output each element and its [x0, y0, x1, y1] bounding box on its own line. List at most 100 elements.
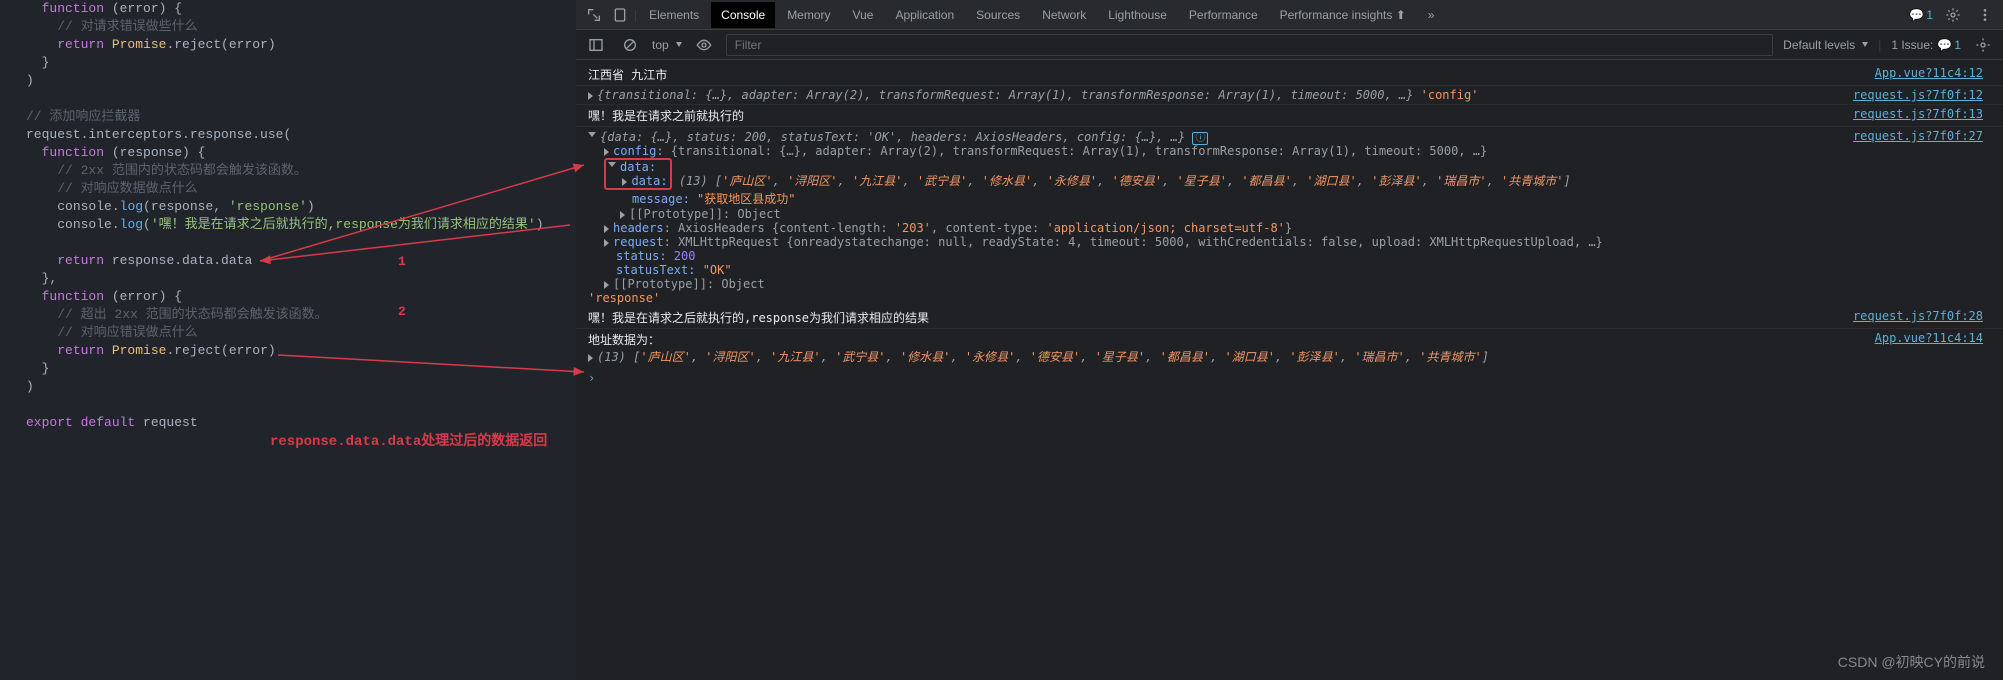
key: [[Prototype]]:	[613, 277, 721, 291]
tab-lighthouse[interactable]: Lighthouse	[1098, 2, 1177, 28]
expand-icon[interactable]	[620, 211, 625, 219]
keyword: function	[42, 289, 104, 304]
tab-performance[interactable]: Performance	[1179, 2, 1268, 28]
messages-badge[interactable]: 💬1	[1909, 8, 1933, 22]
tab-memory[interactable]: Memory	[777, 2, 840, 28]
expand-icon[interactable]	[604, 148, 609, 156]
code: .reject(error)	[166, 343, 275, 358]
log-object[interactable]: {data: {…}, status: 200, statusText: 'OK…	[600, 130, 1185, 144]
tab-network[interactable]: Network	[1032, 2, 1096, 28]
brace: }	[42, 55, 50, 70]
code: response.data.data	[104, 253, 252, 268]
log-text: 地址数据为：	[588, 333, 660, 347]
sidebar-toggle-icon[interactable]	[588, 37, 604, 53]
string: 'response'	[229, 199, 307, 214]
value: (13) ['庐山区', '浔阳区', '九江县', '武宁县', '修水县',…	[679, 174, 1571, 188]
tab-application[interactable]: Application	[885, 2, 964, 28]
highlight-box: data: data:	[604, 158, 672, 190]
keyword: function	[42, 1, 104, 16]
expand-icon[interactable]	[604, 225, 609, 233]
kebab-icon[interactable]	[1977, 7, 1993, 23]
value: : {transitional: {…}, adapter: Array(2),…	[656, 144, 1487, 158]
comment: // 对响应错误做点什么	[57, 325, 197, 340]
clear-icon[interactable]	[622, 37, 638, 53]
gear-icon[interactable]	[1975, 37, 1991, 53]
key: data:	[620, 160, 656, 174]
key: [[Prototype]]:	[629, 207, 737, 221]
device-icon[interactable]	[612, 7, 628, 23]
log-text: 江西省 九江市	[588, 66, 1855, 83]
devtools-tabs: | Elements Console Memory Vue Applicatio…	[576, 0, 2003, 30]
code: (error) {	[104, 289, 182, 304]
inspect-icon[interactable]	[586, 7, 602, 23]
expand-icon[interactable]	[588, 92, 593, 100]
source-link[interactable]: App.vue?11c4:14	[1875, 331, 1983, 365]
key: statusText:	[616, 263, 703, 277]
tab-vue[interactable]: Vue	[843, 2, 884, 28]
log-tag: 'config'	[1421, 88, 1479, 102]
log-text: 嘿！我是在请求之后就执行的,response为我们请求相应的结果	[588, 309, 1833, 326]
keyword: return	[57, 37, 104, 52]
console-output[interactable]: 江西省 九江市 App.vue?11c4:12 {transitional: {……	[576, 60, 2003, 680]
annotation-caption: response.data.data处理过后的数据返回	[270, 430, 547, 450]
value: Object	[721, 277, 764, 291]
tab-more[interactable]: »	[1418, 2, 1445, 28]
code: .reject(error)	[166, 37, 275, 52]
tab-performance-insights[interactable]: Performance insights ⬆	[1270, 2, 1416, 28]
annotation-2: 2	[398, 304, 406, 319]
source-link[interactable]: App.vue?11c4:12	[1875, 66, 1983, 83]
keyword: export default	[26, 415, 135, 430]
issues-button[interactable]: 1 Issue: 💬1	[1891, 38, 1961, 52]
console-toolbar: top Default levels | 1 Issue: 💬1	[576, 30, 2003, 60]
expand-icon[interactable]	[604, 281, 609, 289]
watermark: CSDN @初映CY的前说	[1838, 652, 1985, 672]
value: 200	[674, 249, 696, 263]
brace: },	[42, 271, 58, 286]
value: : XMLHttpRequest {onreadystatechange: nu…	[664, 235, 1603, 249]
key: request	[613, 235, 664, 249]
collapse-icon[interactable]	[608, 162, 616, 171]
console-prompt[interactable]: ›	[576, 367, 2003, 389]
filter-input[interactable]	[726, 34, 1773, 56]
log-level-selector[interactable]: Default levels	[1783, 38, 1868, 52]
expand-icon[interactable]	[622, 178, 627, 186]
source-link[interactable]: request.js?7f0f:12	[1853, 88, 1983, 102]
key: data:	[631, 174, 667, 188]
keyword: return	[57, 343, 104, 358]
code: console.	[57, 217, 119, 232]
tab-elements[interactable]: Elements	[639, 2, 709, 28]
eye-icon[interactable]	[696, 37, 712, 53]
source-link[interactable]: request.js?7f0f:28	[1853, 309, 1983, 326]
log-text: 嘿！我是在请求之前就执行的	[588, 107, 1833, 124]
keyword: function	[42, 145, 104, 160]
key: message:	[632, 192, 697, 206]
value: : AxiosHeaders {content-length: '203', c…	[664, 221, 1293, 235]
annotation-1: 1	[398, 254, 406, 269]
log-tag: 'response'	[588, 291, 660, 305]
log-array[interactable]: (13) ['庐山区', '浔阳区', '九江县', '武宁县', '修水县',…	[597, 350, 1489, 364]
context-selector[interactable]: top	[652, 38, 682, 52]
expand-icon[interactable]	[588, 354, 593, 362]
code-editor: function (error) { // 对请求错误做些什么 return P…	[0, 0, 576, 680]
devtools-pane: | Elements Console Memory Vue Applicatio…	[576, 0, 2003, 680]
keyword: return	[57, 253, 104, 268]
code: log	[120, 199, 143, 214]
value: "获取地区县成功"	[697, 192, 795, 206]
tab-console[interactable]: Console	[711, 2, 775, 28]
code: request.interceptors.response.use(	[26, 127, 291, 142]
log-object[interactable]: {transitional: {…}, adapter: Array(2), t…	[597, 88, 1413, 102]
code: (response,	[143, 199, 229, 214]
gear-icon[interactable]	[1945, 7, 1961, 23]
source-link[interactable]: request.js?7f0f:27	[1853, 129, 1983, 305]
comment: // 对响应数据做点什么	[57, 181, 197, 196]
brace: )	[26, 73, 34, 88]
comment: // 添加响应拦截器	[26, 109, 140, 124]
source-link[interactable]: request.js?7f0f:13	[1853, 107, 1983, 124]
brace: }	[42, 361, 50, 376]
code: Promise	[104, 37, 166, 52]
code: (response) {	[104, 145, 205, 160]
expand-icon[interactable]	[604, 239, 609, 247]
collapse-icon[interactable]	[588, 132, 596, 141]
tab-sources[interactable]: Sources	[966, 2, 1030, 28]
code: log	[120, 217, 143, 232]
